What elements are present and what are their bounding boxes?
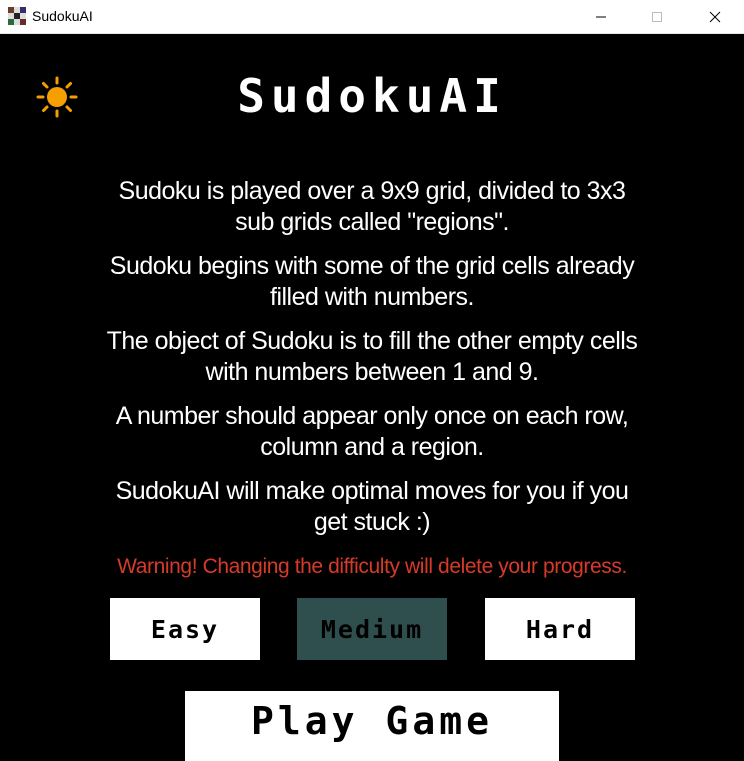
difficulty-medium-button[interactable]: Medium	[297, 598, 447, 660]
instruction-paragraph: Sudoku begins with some of the grid cell…	[109, 252, 635, 311]
close-icon	[709, 11, 721, 22]
window-titlebar: SudokuAI	[0, 0, 744, 34]
sudoku-grid-icon	[8, 7, 26, 25]
app-logo: SudokuAI	[237, 69, 507, 123]
maximize-button[interactable]	[634, 0, 680, 33]
minimize-icon	[596, 16, 606, 17]
difficulty-easy-button[interactable]: Easy	[110, 598, 260, 660]
difficulty-hard-button[interactable]: Hard	[485, 598, 635, 660]
instruction-paragraph: A number should appear only once on each…	[115, 402, 629, 461]
window-title: SudokuAI	[32, 8, 93, 24]
instruction-paragraph: Sudoku is played over a 9x9 grid, divide…	[118, 177, 626, 236]
instruction-paragraph: The object of Sudoku is to fill the othe…	[106, 327, 638, 386]
difficulty-warning: Warning! Changing the difficulty will de…	[117, 555, 627, 578]
maximize-icon	[652, 11, 662, 22]
minimize-button[interactable]	[578, 0, 624, 33]
instruction-paragraph: SudokuAI will make optimal moves for you…	[115, 477, 629, 536]
instructions: Sudoku is played over a 9x9 grid, divide…	[100, 176, 644, 551]
close-button[interactable]	[692, 0, 738, 33]
play-game-button[interactable]: Play Game	[185, 691, 559, 761]
